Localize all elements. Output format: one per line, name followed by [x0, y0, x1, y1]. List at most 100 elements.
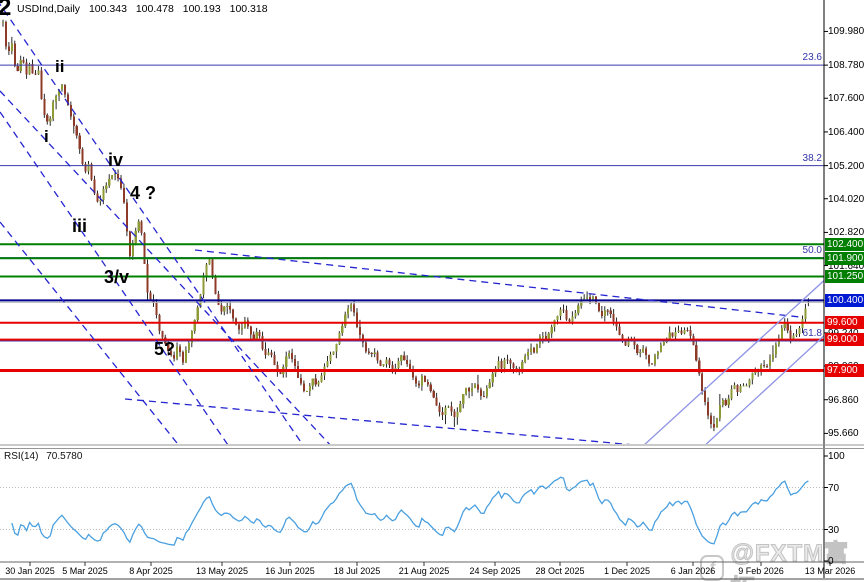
candle-body [580, 300, 583, 306]
candle-body [527, 351, 530, 356]
candle-body [435, 397, 438, 406]
chart-title: USDInd,Daily 100.343 100.478 100.193 100… [17, 3, 274, 15]
candle-body [40, 70, 43, 99]
candle-body [648, 355, 651, 364]
candle-body [364, 342, 367, 352]
trendline-5-dashed[interactable] [194, 249, 801, 318]
candle-body [476, 384, 479, 390]
candle-body [721, 399, 724, 405]
candle-body [305, 391, 308, 393]
candle-body [577, 305, 580, 313]
candle-body [75, 126, 78, 136]
candlestick-chart[interactable] [0, 0, 864, 582]
candle-body [308, 386, 311, 392]
candle-body [659, 345, 662, 353]
candle-body [683, 329, 686, 334]
candle-body [736, 384, 739, 393]
rsi-pane[interactable] [0, 476, 824, 546]
candle-body [606, 310, 609, 312]
trendline-4-dashed[interactable] [0, 221, 181, 448]
candle-body [1, 22, 5, 24]
rsi-line [11, 476, 809, 546]
price-tick-104.020: 104.020 [828, 193, 864, 205]
candle-body [373, 352, 376, 355]
price-badge-102.400: 102.400 [825, 237, 864, 251]
candle-body [704, 391, 707, 403]
candle-body [423, 376, 426, 382]
candle-body [102, 188, 105, 200]
fib-label-50.0[interactable]: 50.0 [778, 245, 822, 256]
date-label: 8 Apr 2025 [129, 566, 173, 576]
rsi-value: 70.5780 [46, 451, 83, 462]
wave-label-4[interactable]: 4 ? [130, 184, 156, 202]
candle-body [447, 406, 450, 408]
date-label: 18 Jul 2025 [333, 566, 381, 576]
candle-body [503, 359, 506, 369]
price-tick-96.860: 96.860 [828, 394, 859, 406]
trendline-6-dashed[interactable] [124, 398, 668, 448]
candle-body [255, 332, 258, 340]
candle-body [727, 398, 730, 406]
price-badge-101.900: 101.900 [825, 251, 864, 265]
candle-body [771, 354, 774, 360]
candle-body [456, 412, 459, 417]
candle-body [471, 387, 474, 392]
fib-label-23.6[interactable]: 23.6 [778, 52, 822, 63]
candle-body [237, 324, 241, 330]
candle-body [409, 364, 412, 370]
candle-body [707, 402, 710, 416]
wave-label-i[interactable]: i [44, 128, 49, 145]
candle-body [243, 320, 246, 328]
candle-body [270, 352, 273, 356]
wave-label-iii[interactable]: iii [72, 217, 87, 235]
candle-body [196, 307, 199, 320]
candle-body [562, 309, 565, 311]
wave-label-3v[interactable]: 3/v [104, 268, 129, 286]
candle-body [668, 332, 671, 339]
candle-body [155, 303, 158, 316]
trendline-1-dashed[interactable] [0, 0, 305, 448]
fib-label-61.8[interactable]: 61.8 [778, 328, 822, 339]
candle-body [105, 185, 108, 189]
candle-body [25, 62, 28, 75]
candle-body [117, 173, 120, 179]
candle-body [55, 96, 58, 102]
candle-body [217, 293, 220, 305]
wave-label-5[interactable]: 5? [154, 340, 175, 358]
candle-body [674, 331, 677, 337]
candle-body [302, 383, 305, 392]
candle-body [78, 135, 81, 149]
ohlc-open: 100.343 [88, 3, 127, 15]
wave-label-2[interactable]: 2 [0, 0, 11, 20]
rsi-tick-100: 100 [828, 451, 845, 462]
date-label: 13 May 2025 [195, 566, 249, 576]
candle-body [146, 263, 149, 293]
candle-body [680, 330, 683, 334]
trendline-3-dashed[interactable] [0, 90, 333, 448]
candle-body [332, 351, 335, 355]
candle-body [13, 43, 16, 66]
wave-label-iv[interactable]: iv [108, 151, 123, 169]
price-tick-108.780: 108.780 [828, 60, 864, 72]
rsi-name: RSI(14) [4, 451, 39, 462]
candle-body [748, 379, 751, 386]
candle-body [730, 388, 733, 399]
symbol-timeframe: USDInd,Daily [17, 3, 81, 15]
rsi-tick-0: 0 [828, 556, 834, 567]
main-pane[interactable] [0, 0, 864, 448]
candle-body [16, 65, 19, 72]
candle-body [406, 360, 409, 365]
candle-body [763, 364, 766, 366]
candle-body [294, 359, 297, 367]
candle-body [90, 164, 93, 180]
candle-body [426, 381, 429, 385]
fib-label-38.2[interactable]: 38.2 [778, 153, 822, 164]
wave-label-ii[interactable]: ii [55, 58, 64, 75]
ohlc-high: 100.478 [135, 3, 174, 15]
price-badge-99.600: 99.600 [825, 316, 864, 330]
candle-body [114, 173, 117, 176]
candle-body [108, 179, 111, 186]
candle-body [774, 344, 777, 355]
candle-body [603, 310, 606, 316]
candle-body [597, 302, 600, 311]
